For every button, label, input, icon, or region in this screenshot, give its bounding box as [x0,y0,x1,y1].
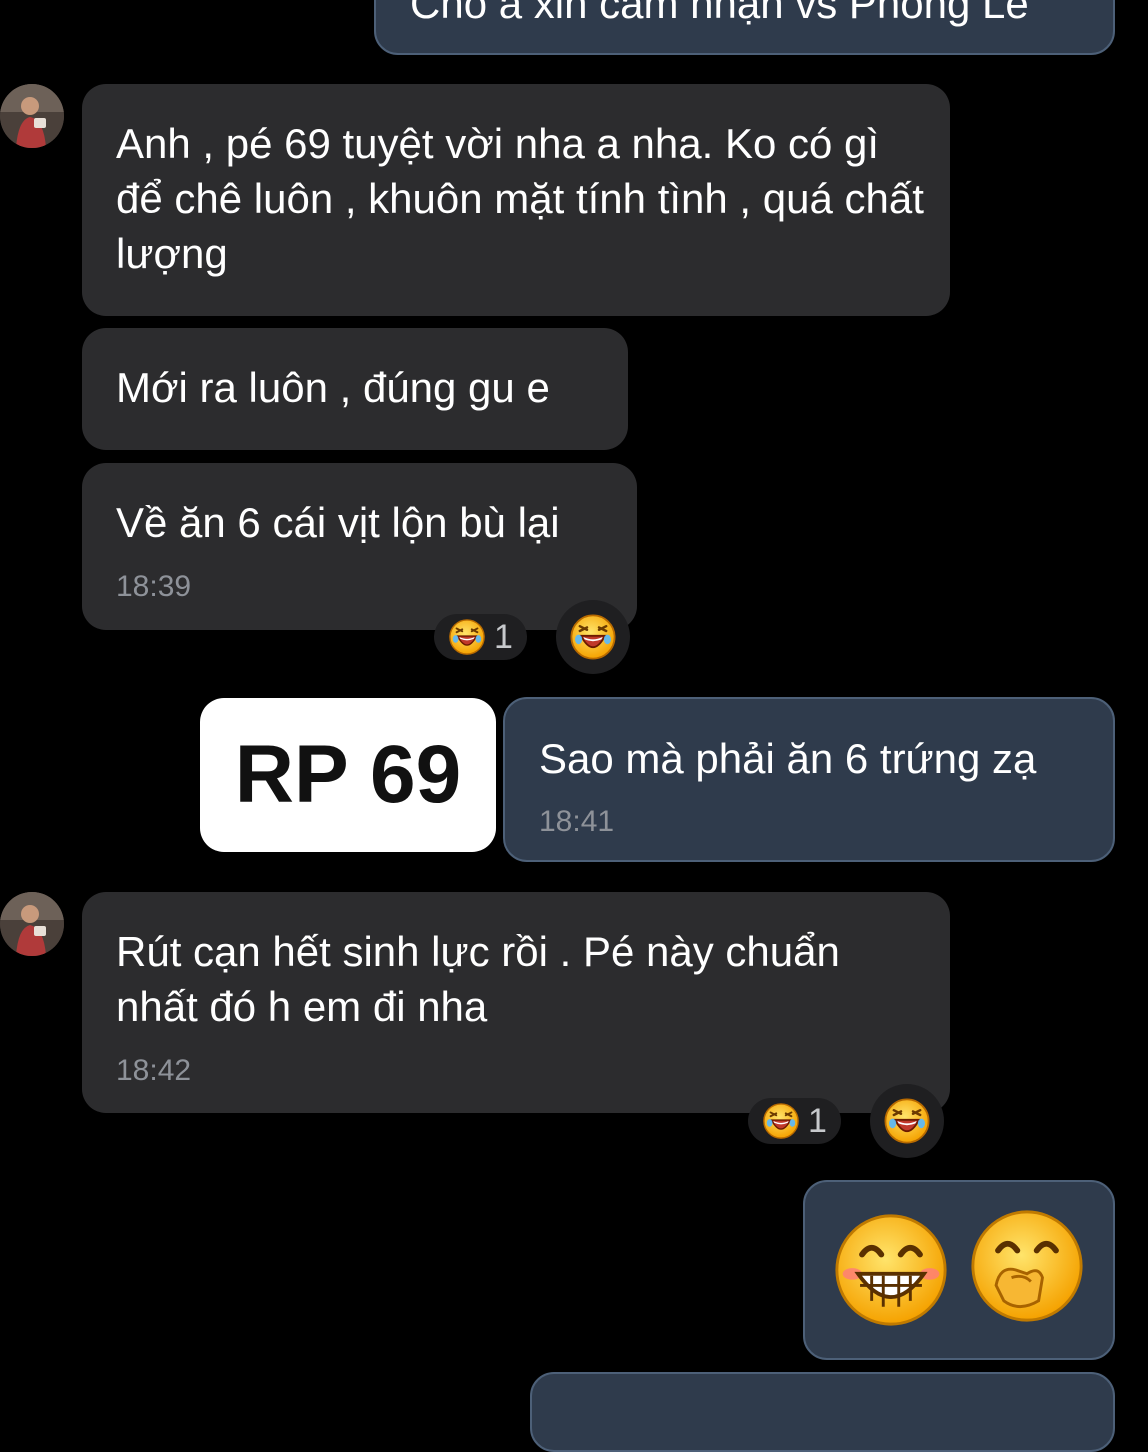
message-text: Anh , pé 69 tuyệt vời nha a nha. Ko có g… [116,120,924,277]
message-timestamp: 18:39 [116,570,192,603]
laughing-emoji-icon [762,1102,800,1140]
outgoing-message-top[interactable]: Cho a xin cảm nhận vs Phong Le [374,0,1115,55]
reaction-count: 1 [808,1101,827,1140]
incoming-message[interactable]: Về ăn 6 cái vịt lộn bù lại 18:39 [82,463,637,630]
add-reaction-button[interactable] [556,600,630,674]
message-text: Về ăn 6 cái vịt lộn bù lại [116,499,560,546]
contact-avatar[interactable] [0,892,64,956]
outgoing-emoji-message[interactable] [803,1180,1115,1360]
giggling-face-icon [971,1210,1083,1322]
message-text: Mới ra luôn , đúng gu e [116,364,550,411]
laughing-emoji-icon [448,618,486,656]
message-text: Rút cạn hết sinh lực rồi . Pé này chuẩn … [116,928,840,1030]
message-timestamp: 18:42 [116,1054,192,1087]
outgoing-message-bottom[interactable] [530,1372,1115,1452]
avatar-photo-icon [0,892,64,956]
avatar-photo-icon [0,84,64,148]
outgoing-message[interactable]: Sao mà phải ăn 6 trứng zạ 18:41 [503,697,1115,862]
reaction-count-pill[interactable]: 1 [434,614,527,660]
grinning-blush-face-icon [835,1214,947,1326]
incoming-message[interactable]: Mới ra luôn , đúng gu e [82,328,628,450]
reaction-count-pill[interactable]: 1 [748,1098,841,1144]
laughing-emoji-icon [569,613,617,661]
message-text: Cho a xin cảm nhận vs Phong Le [410,0,1029,27]
incoming-message[interactable]: Anh , pé 69 tuyệt vời nha a nha. Ko có g… [82,84,950,316]
message-timestamp: 18:41 [539,805,615,838]
add-reaction-button[interactable] [870,1084,944,1158]
badge-label: RP 69 [234,729,462,820]
reaction-count: 1 [494,617,513,656]
contact-avatar[interactable] [0,84,64,148]
laughing-emoji-icon [883,1097,931,1145]
rp-69-badge: RP 69 [200,698,496,852]
incoming-message[interactable]: Rút cạn hết sinh lực rồi . Pé này chuẩn … [82,892,950,1113]
message-text: Sao mà phải ăn 6 trứng zạ [539,735,1037,782]
